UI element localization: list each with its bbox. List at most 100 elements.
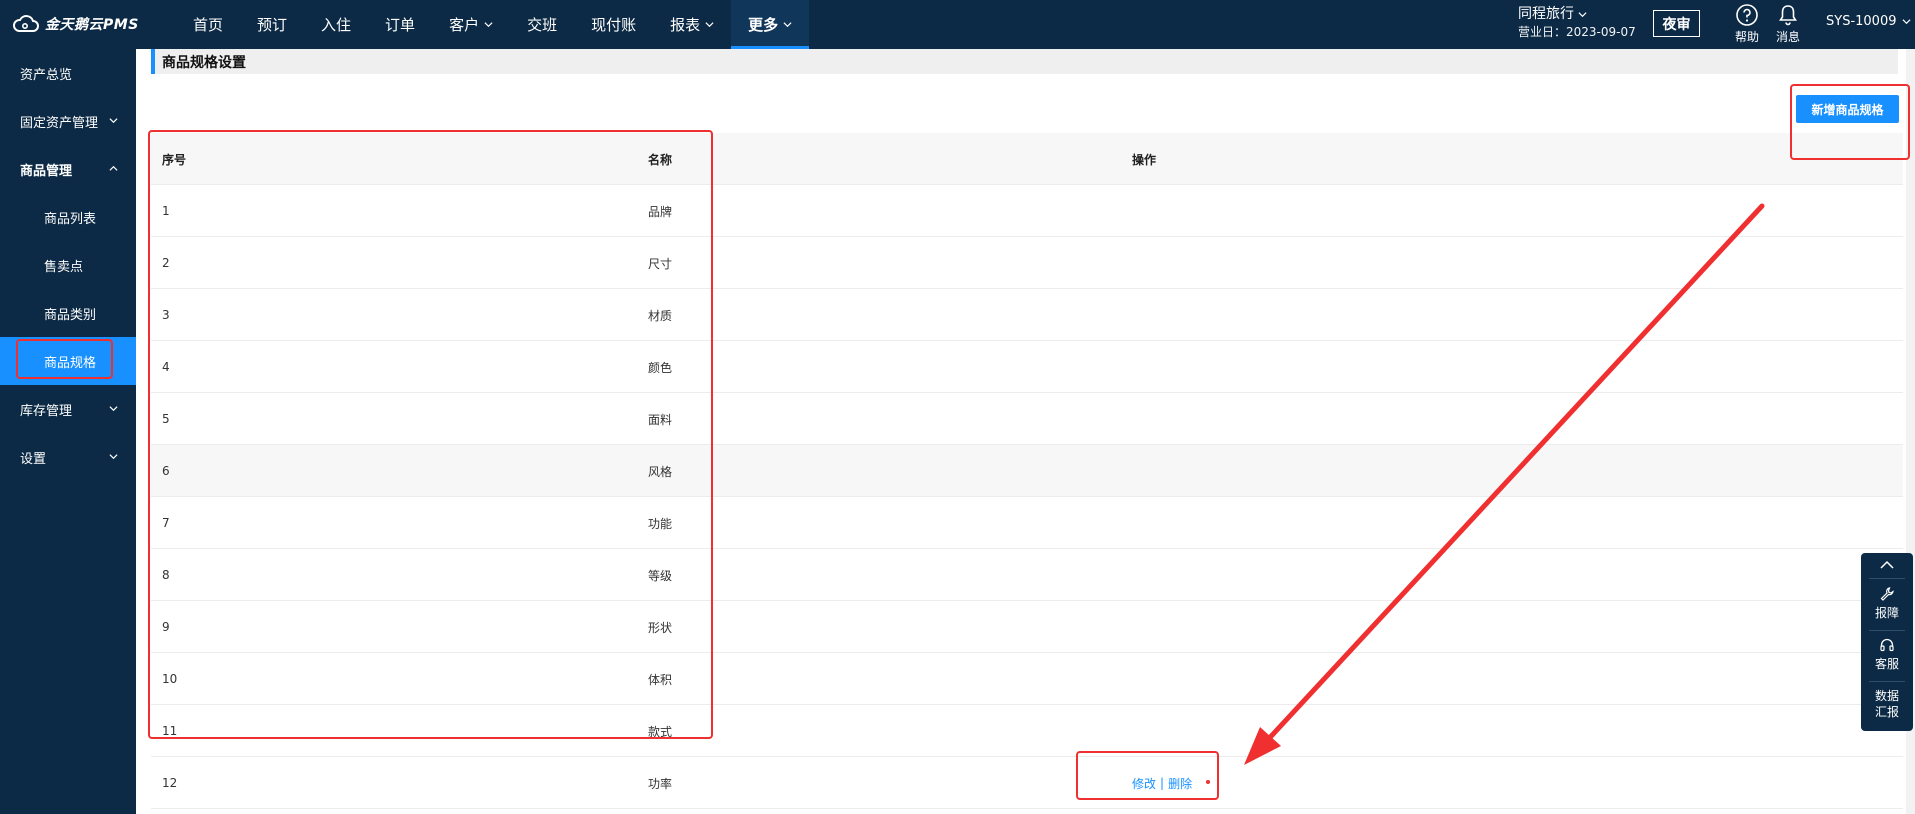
nav-item-7[interactable]: 现付账 — [574, 0, 653, 49]
cell-actions: 修改 | 删除 — [1132, 757, 1192, 809]
table-row: 6 风格 — [151, 445, 1903, 497]
cell-index: 9 — [162, 620, 170, 634]
cell-name: 等级 — [648, 568, 673, 583]
hotel-name: 同程旅行 — [1518, 6, 1574, 22]
sidebar-item-6[interactable]: 商品类别 — [0, 289, 136, 337]
nav-item-6[interactable]: 交班 — [510, 0, 574, 49]
username: SYS-10009 — [1826, 14, 1897, 29]
sidebar-item-5[interactable]: 售卖点 — [0, 241, 136, 289]
nav-item-2[interactable]: 预订 — [240, 0, 304, 49]
main-nav: 首页 预订 入住 订单 客户 交班 现付账 报表 更多 — [176, 0, 810, 49]
help-button[interactable]: 帮助 — [1730, 3, 1764, 45]
top-navbar: 金天鹅云PMS 首页 预订 入住 订单 客户 交班 现付账 报表 更多 同程旅行 营业日：202… — [0, 0, 1915, 49]
data-report-button[interactable]: 数据汇报 — [1861, 688, 1913, 720]
chevron-down-icon — [1578, 11, 1587, 17]
sidebar-item-7[interactable]: 商品规格 — [0, 337, 136, 385]
nav-item-4[interactable]: 订单 — [368, 0, 432, 49]
chevron-up-icon[interactable] — [1861, 558, 1913, 572]
bell-icon — [1779, 5, 1797, 26]
nav-item-1[interactable]: 首页 — [176, 0, 240, 49]
table-row: 10 体积 — [151, 653, 1903, 705]
cell-name: 风格 — [648, 464, 673, 479]
customer-service-label: 客服 — [1874, 657, 1899, 671]
table-row: 9 形状 — [151, 601, 1903, 653]
sidebar: 资产总览固定资产管理商品管理商品列表售卖点商品类别商品规格库存管理设置 — [0, 49, 136, 814]
edit-link[interactable]: 修改 — [1132, 775, 1156, 792]
cell-name: 材质 — [648, 308, 673, 323]
sidebar-item-2[interactable]: 固定资产管理 — [0, 97, 136, 145]
report-issue-button[interactable]: 报障 — [1861, 586, 1913, 621]
sidebar-item-3[interactable]: 商品管理 — [0, 145, 136, 193]
sidebar-item-9[interactable]: 设置 — [0, 433, 136, 481]
cloud-logo-icon — [13, 15, 39, 32]
cell-index: 12 — [162, 776, 178, 790]
chevron-down-icon — [109, 118, 118, 124]
chevron-down-icon — [109, 406, 118, 412]
page-header: 商品规格设置 — [151, 49, 1898, 74]
cell-index: 4 — [162, 360, 170, 374]
nav-item-3[interactable]: 入住 — [304, 0, 368, 49]
nav-item-9[interactable]: 更多 — [731, 0, 810, 49]
page-title: 商品规格设置 — [162, 55, 246, 71]
sidebar-item-4[interactable]: 商品列表 — [0, 193, 136, 241]
nav-item-5[interactable]: 客户 — [432, 0, 510, 49]
sidebar-item-label: 商品列表 — [44, 211, 97, 227]
cell-index: 3 — [162, 308, 170, 322]
nav-item-label: 首页 — [193, 16, 224, 34]
cell-index: 8 — [162, 568, 170, 582]
sidebar-item-1[interactable]: 资产总览 — [0, 49, 136, 97]
night-audit-button[interactable]: 夜审 — [1653, 10, 1700, 37]
column-header-name: 名称 — [648, 152, 673, 167]
wrench-icon — [1880, 587, 1894, 601]
table-row: 11 款式 — [151, 705, 1903, 757]
table-row: 1 品牌 — [151, 185, 1903, 237]
table-row: 12 功率 修改 | 删除 — [151, 757, 1903, 809]
cell-name: 功率 — [648, 776, 673, 791]
business-date: 营业日：2023-09-07 — [1518, 25, 1636, 39]
nav-item-8[interactable]: 报表 — [653, 0, 731, 49]
cell-name: 面料 — [648, 412, 673, 427]
cell-name: 尺寸 — [648, 256, 673, 271]
cell-index: 6 — [162, 464, 170, 478]
table-header-row: 序号 名称 操作 — [151, 133, 1903, 185]
cell-index: 1 — [162, 204, 170, 218]
chevron-down-icon — [1901, 19, 1911, 25]
cell-index: 11 — [162, 724, 178, 738]
sidebar-item-8[interactable]: 库存管理 — [0, 385, 136, 433]
add-spec-button[interactable]: 新增商品规格 — [1796, 95, 1899, 123]
hotel-selector[interactable]: 同程旅行 营业日：2023-09-07 — [1518, 5, 1636, 41]
user-menu[interactable]: SYS-10009 — [1826, 14, 1911, 29]
cell-name: 体积 — [648, 672, 673, 687]
nav-item-label: 订单 — [385, 16, 416, 34]
messages-button[interactable]: 消息 — [1771, 3, 1805, 45]
table-row: 7 功能 — [151, 497, 1903, 549]
delete-link[interactable]: 删除 — [1168, 775, 1192, 792]
nav-item-label: 预订 — [257, 16, 288, 34]
sidebar-item-label: 库存管理 — [20, 403, 73, 419]
data-report-label: 数据汇报 — [1874, 689, 1899, 719]
messages-label: 消息 — [1775, 30, 1800, 44]
cell-name: 形状 — [648, 620, 673, 635]
nav-item-label: 报表 — [670, 16, 701, 34]
column-header-actions: 操作 — [1132, 152, 1157, 167]
cell-name: 款式 — [648, 724, 673, 739]
sidebar-item-label: 固定资产管理 — [20, 115, 99, 131]
action-separator: | — [1160, 776, 1165, 790]
sidebar-item-label: 售卖点 — [44, 259, 84, 275]
logo-text: 金天鹅云PMS — [45, 17, 139, 33]
sidebar-item-label: 资产总览 — [20, 67, 73, 83]
headset-icon — [1880, 638, 1894, 652]
table-row: 3 材质 — [151, 289, 1903, 341]
app-logo[interactable]: 金天鹅云PMS — [12, 13, 139, 35]
cell-index: 10 — [162, 672, 178, 686]
chevron-down-icon — [783, 22, 792, 28]
cell-name: 品牌 — [648, 204, 673, 219]
table-row: 4 颜色 — [151, 341, 1903, 393]
main-content: 商品规格设置 新增商品规格 序号 名称 操作 1 品牌 2 尺寸 3 材质 4 颜色 5 面料 6 风… — [136, 49, 1915, 814]
table-row: 8 等级 — [151, 549, 1903, 601]
column-header-index: 序号 — [162, 152, 187, 167]
sidebar-item-label: 商品类别 — [44, 307, 97, 323]
nav-item-label: 入住 — [321, 16, 352, 34]
report-issue-label: 报障 — [1874, 606, 1899, 620]
customer-service-button[interactable]: 客服 — [1861, 637, 1913, 672]
